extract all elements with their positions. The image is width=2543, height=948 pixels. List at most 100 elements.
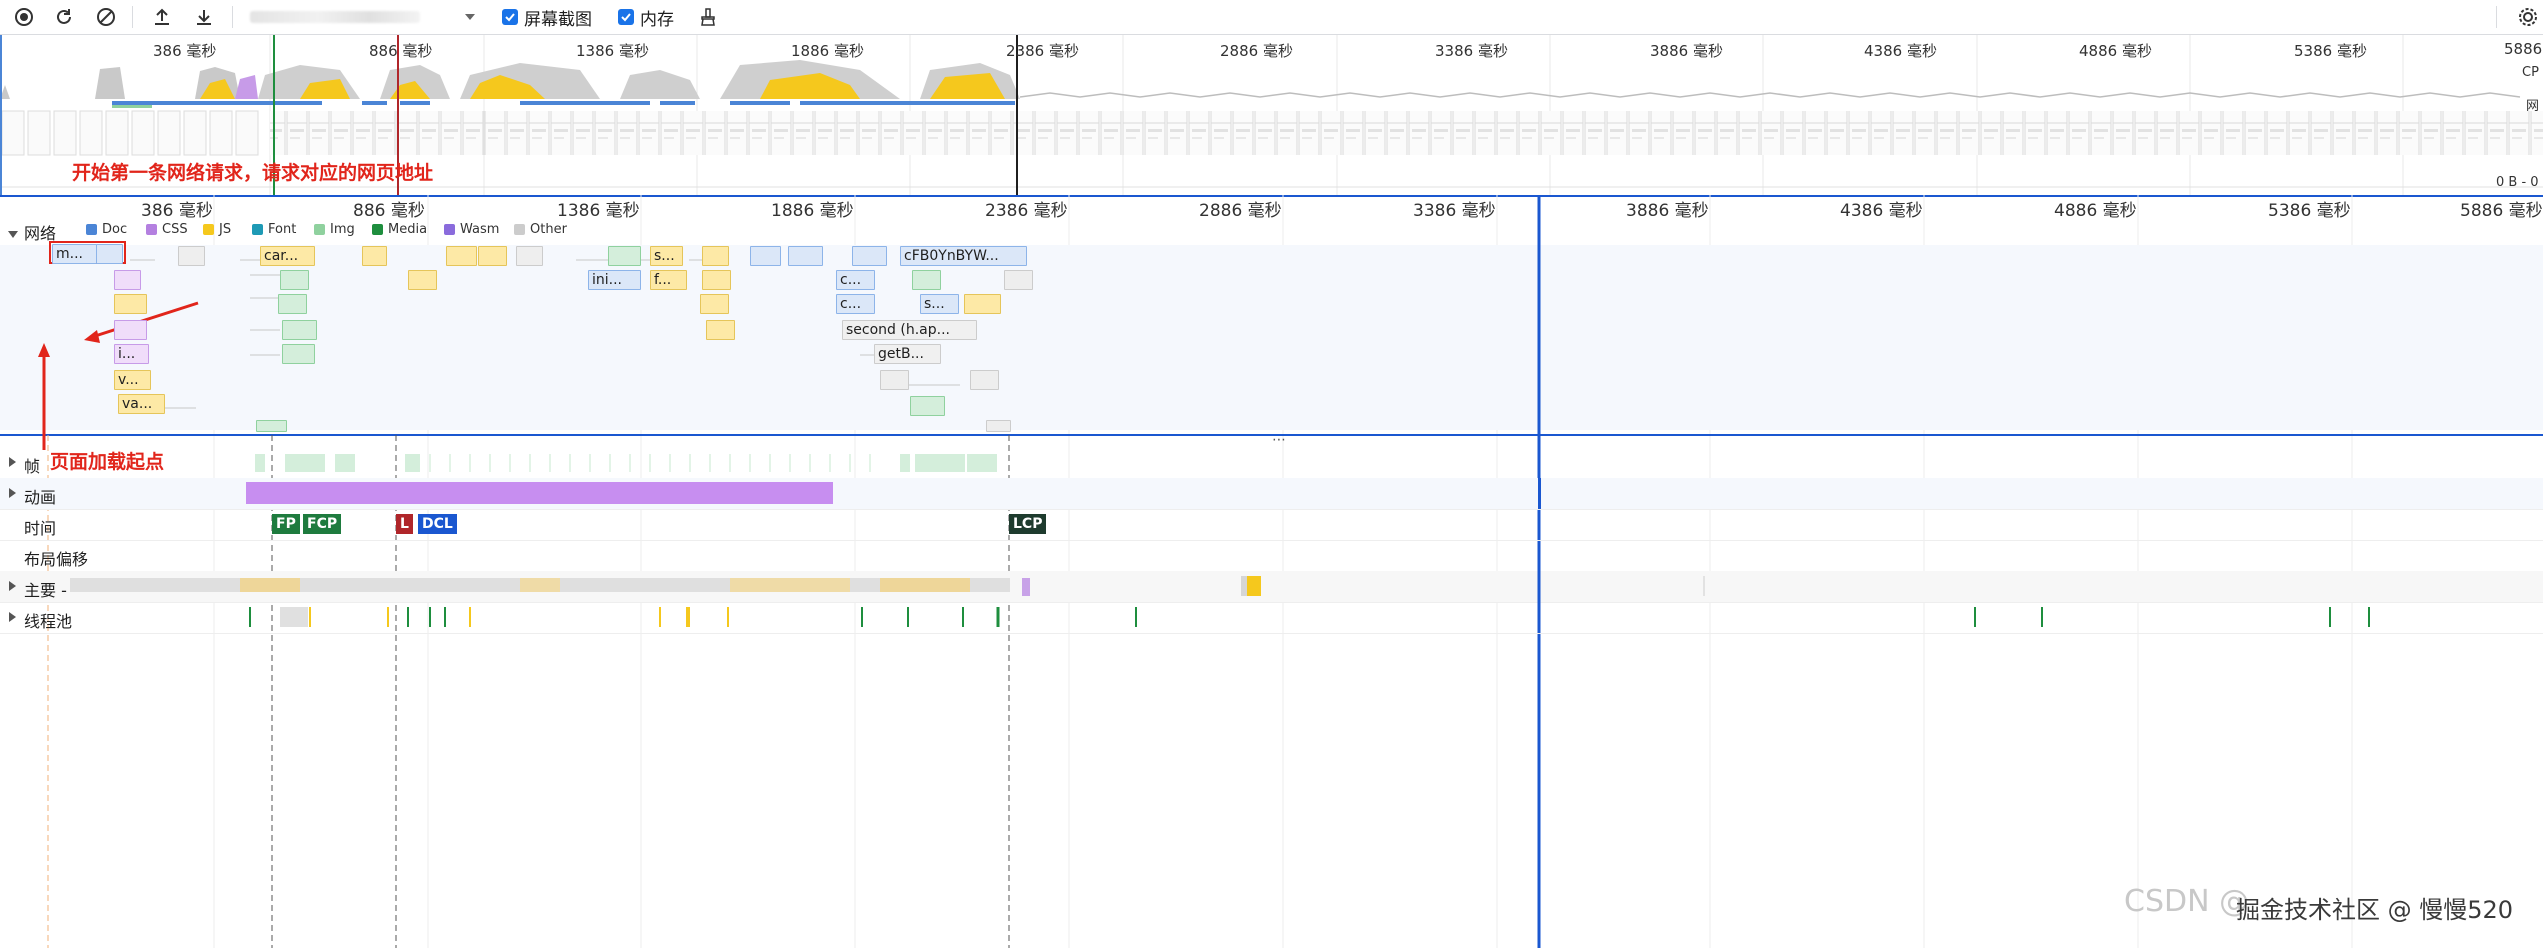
screenshot-label: 屏幕截图 — [524, 9, 592, 30]
network-request[interactable]: f... — [650, 270, 687, 290]
checkbox-checked-icon — [502, 9, 518, 25]
legend-font[interactable]: Font — [252, 222, 296, 237]
record-icon[interactable] — [12, 5, 36, 29]
network-request[interactable] — [910, 396, 945, 416]
network-request[interactable] — [750, 246, 781, 266]
frames-track[interactable]: 帧 — [0, 447, 2543, 479]
recording-select[interactable] — [248, 4, 482, 30]
timeline-ruler-label: 386 毫秒 — [141, 201, 213, 221]
network-request[interactable] — [178, 246, 205, 266]
fcp-marker[interactable]: FCP — [303, 514, 342, 534]
network-request[interactable]: s... — [650, 246, 683, 266]
network-request[interactable]: ini... — [588, 270, 641, 290]
layout-shift-track-label: 布局偏移 — [24, 550, 89, 569]
network-request[interactable] — [1004, 270, 1033, 290]
network-request[interactable] — [114, 294, 147, 314]
network-request[interactable] — [702, 270, 731, 290]
network-request[interactable] — [278, 294, 307, 314]
timeline-ruler-label: 2386 毫秒 — [985, 201, 1068, 221]
layout-shift-track: 布局偏移 — [0, 540, 2543, 572]
network-request[interactable]: m... — [52, 244, 97, 264]
network-request[interactable]: c... — [836, 294, 875, 314]
timeline-ruler-label: 5886 毫秒 — [2460, 201, 2543, 221]
timeline-ruler-label: 4886 毫秒 — [2054, 201, 2137, 221]
overview-ruler-label: 5386 毫秒 — [2294, 42, 2367, 60]
timeline-ruler-label: 3386 毫秒 — [1413, 201, 1496, 221]
network-request[interactable]: cFB0YnBYW... — [900, 246, 1027, 266]
network-request[interactable]: va... — [118, 394, 165, 414]
network-expand-icon[interactable] — [8, 225, 18, 244]
network-request[interactable]: second (h.ap... — [842, 320, 977, 340]
network-request[interactable] — [516, 246, 543, 266]
network-request[interactable] — [852, 246, 887, 266]
network-request[interactable]: car... — [260, 246, 315, 266]
legend-js[interactable]: JS — [203, 222, 231, 237]
net-label: 网 — [2526, 99, 2540, 114]
performance-toolbar: 屏幕截图 内存 — [0, 0, 2543, 35]
overview-ruler-label: 5886 — [2504, 40, 2543, 58]
network-request[interactable]: i... — [114, 344, 149, 364]
timeline-ruler-label: 3886 毫秒 — [1626, 201, 1709, 221]
network-request[interactable] — [282, 320, 317, 340]
overview-ruler-label: 1386 毫秒 — [576, 42, 649, 60]
network-request[interactable] — [788, 246, 823, 266]
network-request[interactable] — [446, 246, 477, 266]
network-request[interactable]: v... — [114, 370, 151, 390]
overview-ruler-label: 3886 毫秒 — [1650, 42, 1723, 60]
legend-img[interactable]: Img — [314, 222, 355, 237]
network-request[interactable] — [256, 420, 287, 432]
settings-gear-icon[interactable] — [2516, 5, 2540, 29]
network-request[interactable] — [970, 370, 999, 390]
upload-icon[interactable] — [150, 5, 174, 29]
legend-doc[interactable]: Doc — [86, 222, 127, 237]
timeline-ruler-label: 2886 毫秒 — [1199, 201, 1282, 221]
network-request[interactable] — [964, 294, 1001, 314]
network-request[interactable]: getB... — [874, 344, 941, 364]
legend-wasm[interactable]: Wasm — [444, 222, 499, 237]
animation-bar[interactable] — [246, 482, 833, 504]
cursor-line — [1538, 478, 1541, 509]
network-request[interactable] — [702, 246, 729, 266]
network-request[interactable] — [880, 370, 909, 390]
memory-label: 内存 — [640, 9, 674, 30]
clear-icon[interactable] — [94, 5, 118, 29]
overview-ruler-label: 386 毫秒 — [153, 42, 217, 60]
network-request[interactable]: s... — [920, 294, 959, 314]
legend-css[interactable]: CSS — [146, 222, 188, 237]
expand-arrow-icon[interactable] — [8, 457, 18, 467]
dcl-marker[interactable]: DCL — [418, 514, 457, 534]
network-request[interactable] — [912, 270, 941, 290]
lcp-marker[interactable]: LCP — [1009, 514, 1047, 534]
load-marker[interactable]: L — [396, 514, 413, 534]
network-request[interactable] — [986, 420, 1011, 432]
network-request[interactable] — [478, 246, 507, 266]
resize-grip-icon[interactable]: ⋯ — [1272, 432, 1286, 448]
network-request[interactable] — [114, 320, 147, 340]
network-request[interactable] — [362, 246, 387, 266]
reload-icon[interactable] — [52, 5, 76, 29]
network-request[interactable] — [280, 270, 309, 290]
network-request[interactable] — [408, 270, 437, 290]
timeline-ruler-label: 1386 毫秒 — [557, 201, 640, 221]
network-request[interactable] — [608, 246, 641, 266]
network-request[interactable] — [700, 294, 729, 314]
fp-marker[interactable]: FP — [272, 514, 300, 534]
timings-track-label: 时间 — [24, 519, 57, 538]
download-icon[interactable] — [192, 5, 216, 29]
network-request[interactable] — [706, 320, 735, 340]
network-request[interactable] — [114, 270, 141, 290]
memory-checkbox[interactable]: 内存 — [618, 6, 674, 30]
overview-ruler-label: 3386 毫秒 — [1435, 42, 1508, 60]
cpu-label: CP — [2522, 65, 2539, 80]
chevron-down-icon — [465, 14, 475, 20]
legend-other[interactable]: Other — [514, 222, 567, 237]
network-request[interactable] — [282, 344, 315, 364]
garbage-collect-icon[interactable] — [696, 5, 720, 29]
watermark-right: 掘金技术社区 @ 慢慢520 — [2236, 896, 2514, 924]
legend-media[interactable]: Media — [372, 222, 427, 237]
expand-arrow-icon[interactable] — [8, 488, 18, 498]
screenshot-checkbox[interactable]: 屏幕截图 — [502, 6, 592, 30]
network-request[interactable] — [96, 244, 123, 264]
network-request[interactable]: c... — [836, 270, 875, 290]
network-track-label[interactable]: 网络 — [24, 220, 56, 244]
